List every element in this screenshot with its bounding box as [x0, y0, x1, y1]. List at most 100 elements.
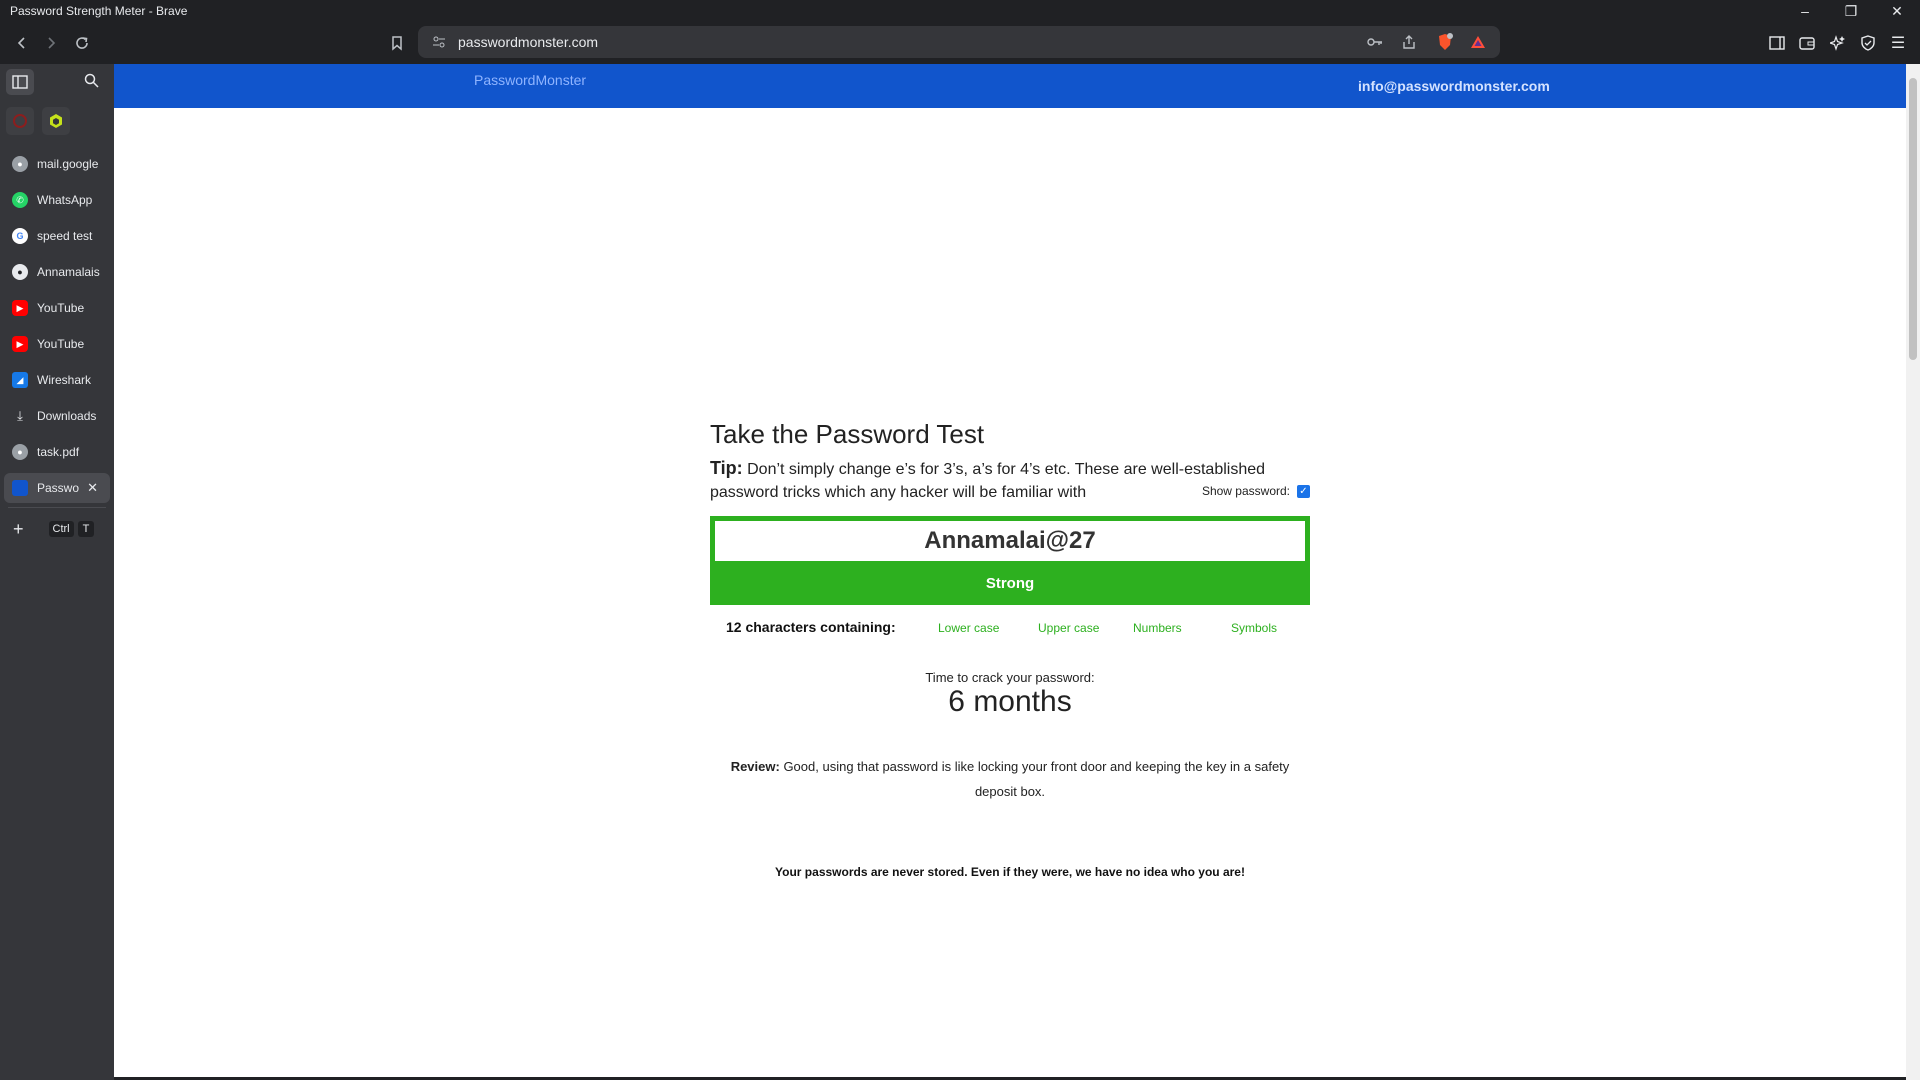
privacy-note: Your passwords are never stored. Even if…	[775, 865, 1245, 879]
tab-label: mail.google	[37, 157, 99, 171]
tab-label: Downloads	[37, 409, 97, 423]
window-title: Password Strength Meter - Brave	[10, 4, 188, 18]
tab-label: WhatsApp	[37, 193, 93, 207]
tip-label: Tip:	[710, 458, 743, 478]
title-bar: Password Strength Meter - Brave – ❐ ✕	[0, 0, 1920, 22]
leo-ai-button[interactable]	[1825, 30, 1851, 56]
sidebar-tab-youtube-2[interactable]: ▶ YouTube	[4, 329, 110, 359]
close-tab-icon[interactable]: ✕	[87, 480, 98, 496]
panel-icon	[12, 75, 28, 89]
criteria-symbols: Symbols	[1231, 621, 1278, 635]
show-password-control[interactable]: Show password: ✓	[1202, 484, 1310, 498]
bookmark-button[interactable]	[384, 30, 410, 56]
sidebar-tab-task-pdf[interactable]: ● task.pdf	[4, 437, 110, 467]
github-icon: ●	[12, 264, 28, 280]
plus-icon: +	[13, 518, 24, 539]
address-bar[interactable]: passwordmonster.com	[418, 26, 1500, 58]
criteria-numbers: Numbers	[1133, 621, 1182, 635]
crack-time-value: 6 months	[948, 685, 1072, 718]
shield-icon	[1861, 35, 1875, 51]
password-input[interactable]: Annamalai@27	[715, 521, 1305, 561]
sidebar-tab-speed-test[interactable]: G speed test	[4, 221, 110, 251]
share-icon[interactable]	[1398, 32, 1420, 52]
restore-button[interactable]: ❐	[1828, 0, 1874, 22]
wallet-button[interactable]	[1794, 30, 1820, 56]
bookmark-icon	[392, 36, 402, 51]
sidebar-divider	[8, 507, 106, 508]
hamburger-menu-icon: ☰	[1890, 35, 1906, 52]
page-title: Take the Password Test	[710, 419, 985, 449]
web-content: PasswordMonster info@passwordmonster.com…	[114, 64, 1906, 1077]
tab-label: YouTube	[37, 337, 85, 351]
sidebar-tab-whatsapp[interactable]: ✆ WhatsApp	[4, 185, 110, 215]
search-tabs-button[interactable]	[84, 73, 99, 93]
sidebar-tab-mail-google[interactable]: ● mail.google	[4, 149, 110, 179]
review-label: Review:	[730, 759, 780, 774]
reload-button[interactable]	[69, 30, 95, 56]
site-settings-icon[interactable]	[428, 32, 450, 52]
search-icon	[84, 73, 99, 88]
key-icon[interactable]	[1364, 32, 1386, 52]
sidebar-tab-github[interactable]: ● Annamalais	[4, 257, 110, 287]
download-icon: ⤓	[17, 408, 23, 423]
main-menu-button[interactable]: ☰	[1885, 30, 1911, 56]
review-body: Good, using that password is like lockin…	[779, 759, 1290, 799]
tab-label: Wireshark	[37, 373, 92, 387]
back-arrow-icon	[17, 37, 25, 49]
whatsapp-icon: ✆	[12, 192, 28, 208]
shortcut-key-t: T	[77, 521, 95, 537]
youtube-icon: ▶	[12, 300, 28, 316]
tabs-panel-toggle[interactable]	[6, 69, 34, 95]
vertical-tabs-sidebar: ● mail.google ✆ WhatsApp G speed test ● …	[0, 64, 114, 1080]
minimize-button[interactable]: –	[1782, 0, 1828, 22]
site-logo[interactable]: PasswordMonster	[474, 72, 586, 88]
sidebar-tab-wireshark[interactable]: ◢ Wireshark	[4, 365, 110, 395]
character-count: 12 characters containing:	[726, 619, 896, 635]
forward-arrow-icon	[48, 37, 56, 49]
tab-label: Passwo	[37, 481, 80, 495]
contact-email-link[interactable]: info@passwordmonster.com	[1358, 78, 1550, 94]
passwordmonster-icon	[12, 480, 28, 496]
tip-body: Don’t simply change e’s for 3’s, a’s for…	[710, 461, 1266, 501]
pinned-tab-2[interactable]	[42, 107, 70, 135]
show-password-checkbox[interactable]: ✓	[1297, 484, 1310, 498]
google-icon: G	[12, 228, 28, 244]
tab-label: speed test	[37, 229, 93, 243]
close-window-button[interactable]: ✕	[1874, 0, 1920, 22]
criteria-lower-case: Lower case	[938, 621, 1000, 635]
pinned-tab-1[interactable]	[6, 107, 34, 135]
sidebar-panel-icon	[1769, 36, 1785, 50]
vpn-button[interactable]	[1855, 30, 1881, 56]
crack-time-label: Time to crack your password:	[925, 670, 1095, 685]
page-scrollbar[interactable]	[1906, 64, 1920, 1080]
new-tab-button[interactable]: + Ctrl T	[4, 515, 110, 543]
tab-label: Annamalais	[37, 265, 100, 279]
brave-rewards-icon[interactable]	[1467, 32, 1489, 52]
criteria-upper-case: Upper case	[1038, 621, 1100, 635]
url-text[interactable]: passwordmonster.com	[458, 34, 598, 50]
window-controls: – ❐ ✕	[1782, 0, 1920, 22]
show-password-label: Show password:	[1201, 484, 1290, 498]
sparkle-icon	[1830, 35, 1845, 51]
site-header: PasswordMonster info@passwordmonster.com	[114, 64, 1906, 108]
scrollbar-thumb[interactable]	[1909, 78, 1917, 360]
wallet-icon	[1799, 37, 1815, 50]
back-button[interactable]	[9, 30, 35, 56]
wireshark-icon: ◢	[12, 372, 28, 388]
browser-toolbar: passwordmonster.com ☰	[0, 22, 1920, 64]
strength-label: Strong	[985, 574, 1035, 592]
sidebar-tab-passwordmonster[interactable]: Passwo ✕	[4, 473, 110, 503]
youtube-icon: ▶	[12, 336, 28, 352]
cube-icon	[50, 114, 62, 128]
reload-icon	[76, 37, 88, 49]
password-strength-meter: Annamalai@27 Strong	[710, 516, 1310, 605]
forward-button[interactable]	[38, 30, 64, 56]
sidebar-tab-downloads[interactable]: ⤓ Downloads	[4, 401, 110, 431]
brave-shields-icon[interactable]	[1434, 32, 1456, 52]
sidebar-tab-youtube-1[interactable]: ▶ YouTube	[4, 293, 110, 323]
sidebar-toggle-button[interactable]	[1764, 30, 1790, 56]
review-text: Review: Good, using that password is lik…	[720, 754, 1300, 804]
shortcut-key-ctrl: Ctrl	[48, 521, 74, 537]
globe-icon: ●	[12, 156, 28, 172]
globe-icon: ●	[12, 444, 28, 460]
